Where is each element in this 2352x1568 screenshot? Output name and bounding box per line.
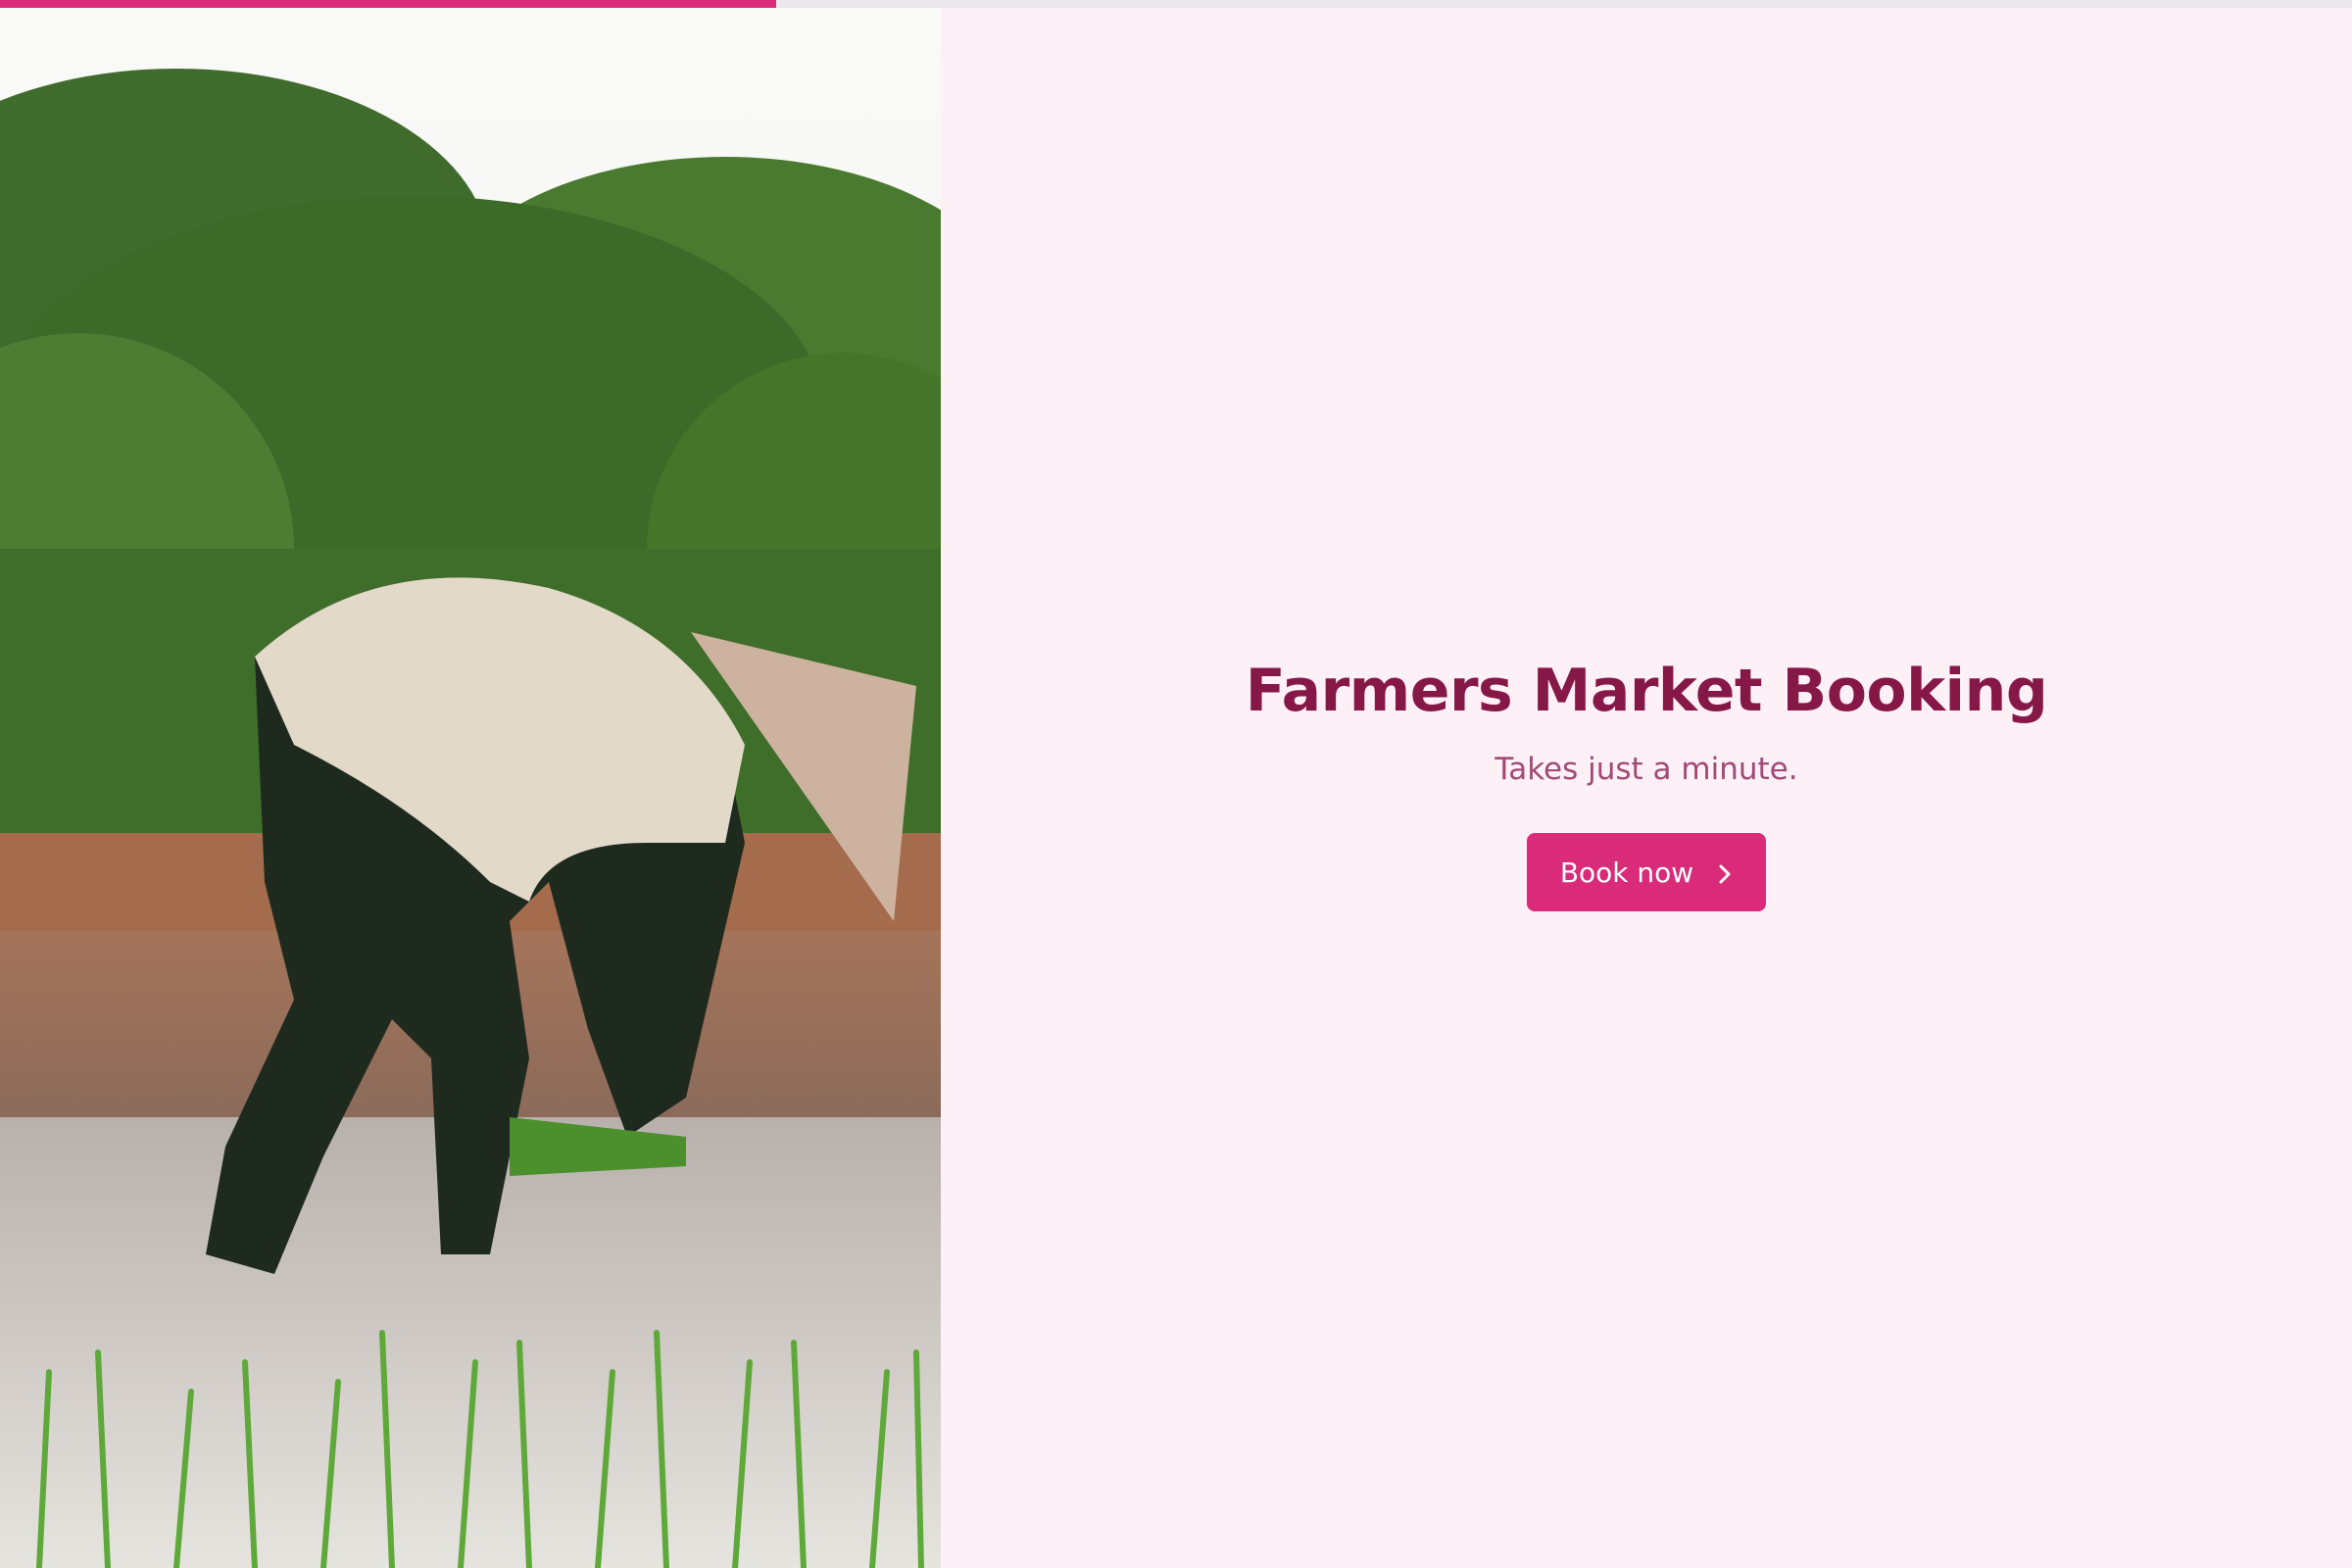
book-now-label: Book now: [1559, 856, 1694, 889]
page-subtitle: Takes just a minute.: [1494, 752, 1798, 787]
booking-panel: Farmers Market Booking Takes just a minu…: [941, 0, 2352, 1568]
hero-photo: [0, 0, 941, 1568]
booking-intro: Farmers Market Booking Takes just a minu…: [941, 647, 2352, 911]
book-now-button[interactable]: Book now: [1527, 833, 1766, 911]
progress-bar-fill: [0, 0, 776, 8]
progress-bar: [0, 0, 2352, 8]
chevron-right-icon: [1717, 860, 1733, 884]
page-title: Farmers Market Booking: [1245, 657, 2048, 725]
booking-landing-page: Farmers Market Booking Takes just a minu…: [0, 0, 2352, 1568]
